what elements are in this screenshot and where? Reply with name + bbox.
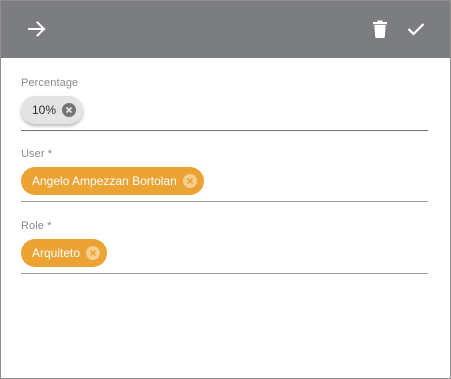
role-chip[interactable]: Arquiteto (21, 239, 108, 267)
check-icon[interactable] (405, 18, 427, 40)
trash-icon[interactable] (369, 18, 391, 40)
role-field: Role * Arquiteto (21, 219, 428, 275)
percentage-chip-text: 10% (32, 103, 57, 117)
role-chip-text: Arquiteto (32, 246, 81, 260)
user-chip-text: Angelo Ampezzan Bortolan (32, 174, 177, 188)
remove-icon[interactable] (62, 103, 77, 117)
role-label: Role * (21, 220, 52, 232)
remove-icon[interactable] (86, 246, 101, 260)
remove-icon[interactable] (182, 174, 197, 188)
role-underline (21, 273, 428, 274)
user-chip[interactable]: Angelo Ampezzan Bortolan (21, 167, 204, 195)
user-underline (21, 201, 428, 202)
percentage-label: Percentage (21, 77, 79, 89)
percentage-chip[interactable]: 10% (21, 96, 84, 124)
arrow-right-icon[interactable] (26, 18, 48, 40)
dialog-panel: Percentage 10% User * Angelo Ampezzan Bo… (0, 0, 451, 379)
percentage-field: Percentage 10% (21, 76, 428, 132)
user-field: User * Angelo Ampezzan Bortolan (21, 147, 428, 203)
toolbar (1, 1, 450, 58)
percentage-underline (21, 130, 428, 131)
user-label: User * (21, 148, 53, 160)
